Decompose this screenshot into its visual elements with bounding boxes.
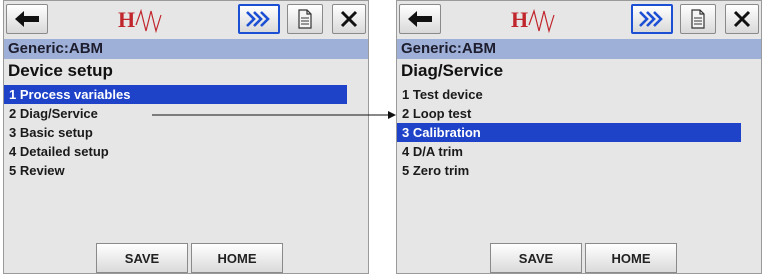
hart-logo: H (511, 7, 555, 34)
menu-list: 1 Process variables 2 Diag/Service 3 Bas… (4, 85, 368, 180)
menu-list: 1 Test device 2 Loop test 3 Calibration … (397, 85, 761, 180)
back-button[interactable] (6, 4, 48, 34)
save-button[interactable]: SAVE (96, 243, 188, 273)
back-button[interactable] (399, 4, 441, 34)
device-screen-right: H Generic:ABM Diag/Service 1 Test device… (396, 0, 762, 274)
close-button[interactable] (725, 4, 759, 34)
menu-item-calibration[interactable]: 3 Calibration (397, 123, 741, 142)
menu-title: Diag/Service (401, 61, 504, 80)
hart-logo: H (118, 7, 162, 34)
menu-title: Device setup (8, 61, 113, 80)
menu-item-diag-service[interactable]: 2 Diag/Service (4, 104, 368, 123)
menu-item-basic-setup[interactable]: 3 Basic setup (4, 123, 368, 142)
double-chevron-right-icon (639, 11, 663, 27)
device-screen-left: H Generic:ABM Device setup 1 Process var… (3, 0, 369, 274)
home-button[interactable]: HOME (585, 243, 677, 273)
menu-item-zero-trim[interactable]: 5 Zero trim (397, 161, 761, 180)
forward-button[interactable] (238, 4, 280, 34)
toolbar: H (397, 1, 761, 39)
close-icon (733, 10, 751, 28)
svg-text:H: H (118, 7, 135, 32)
save-button[interactable]: SAVE (490, 243, 582, 273)
double-chevron-right-icon (246, 11, 270, 27)
bottom-bar: SAVE HOME (397, 243, 761, 273)
menu-item-detailed-setup[interactable]: 4 Detailed setup (4, 142, 368, 161)
menu-item-loop-test[interactable]: 2 Loop test (397, 104, 761, 123)
forward-button[interactable] (631, 4, 673, 34)
back-arrow-icon (408, 11, 432, 27)
device-name: Generic:ABM (397, 39, 761, 59)
menu-item-da-trim[interactable]: 4 D/A trim (397, 142, 761, 161)
document-button[interactable] (680, 4, 716, 34)
toolbar: H (4, 1, 368, 39)
svg-text:H: H (511, 7, 528, 32)
close-button[interactable] (332, 4, 366, 34)
document-button[interactable] (287, 4, 323, 34)
home-button[interactable]: HOME (191, 243, 283, 273)
close-icon (340, 10, 358, 28)
menu-item-review[interactable]: 5 Review (4, 161, 368, 180)
bottom-bar: SAVE HOME (4, 243, 368, 273)
document-icon (691, 9, 705, 29)
document-icon (298, 9, 312, 29)
menu-item-test-device[interactable]: 1 Test device (397, 85, 761, 104)
menu-item-process-variables[interactable]: 1 Process variables (4, 85, 347, 104)
back-arrow-icon (15, 11, 39, 27)
device-name: Generic:ABM (4, 39, 368, 59)
